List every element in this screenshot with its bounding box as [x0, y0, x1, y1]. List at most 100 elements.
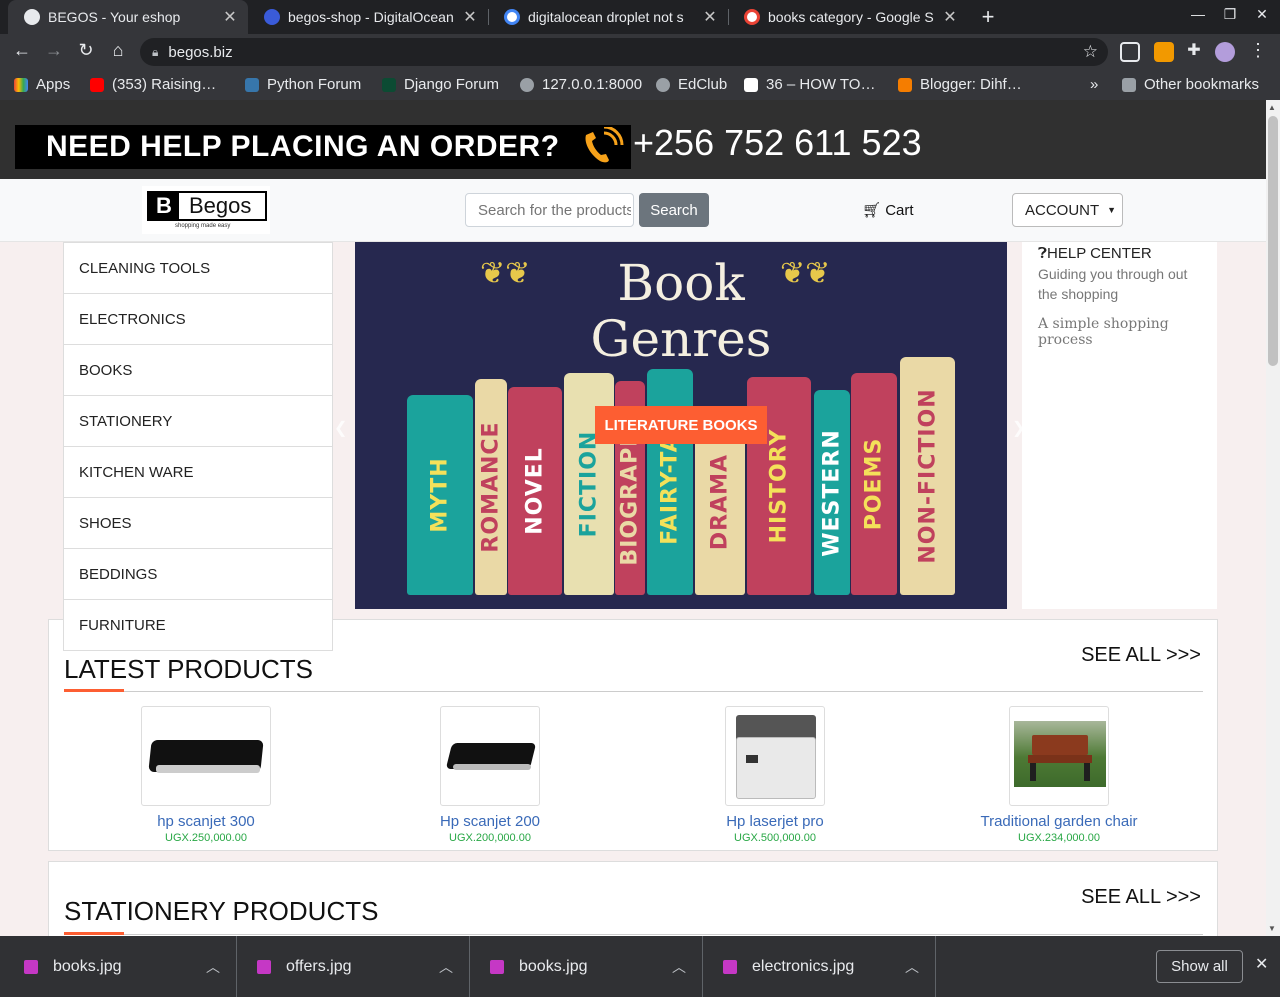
close-window-icon[interactable]: ✕ — [1252, 6, 1272, 23]
chevron-up-icon[interactable]: ︿ — [672, 957, 686, 977]
tab-google-droplet[interactable]: digitalocean droplet not s ✕ — [488, 0, 729, 34]
scrollbar-thumb[interactable] — [1268, 116, 1278, 366]
product-name[interactable]: hp scanjet 300 — [86, 813, 326, 830]
close-tab-icon[interactable]: ✕ — [218, 7, 242, 27]
see-all-link[interactable]: SEE ALL >>> — [1081, 644, 1201, 667]
download-item[interactable]: offers.jpg ︿ — [237, 936, 470, 997]
show-all-downloads-button[interactable]: Show all — [1156, 950, 1243, 983]
bookmark-django-forum[interactable]: Django Forum — [382, 76, 499, 93]
printer-image[interactable] — [725, 706, 825, 806]
product-card[interactable]: Traditional garden chair UGX.234,000.00 — [939, 706, 1179, 844]
bookmark-edclub[interactable]: EdClub — [656, 76, 727, 93]
search-button[interactable]: Search — [639, 193, 709, 227]
book-label: POEMS — [861, 437, 887, 531]
bookmark-python-forum[interactable]: Python Forum — [245, 76, 361, 93]
account-dropdown[interactable]: ACCOUNT ▼ — [1012, 193, 1123, 227]
close-tab-icon[interactable]: ✕ — [698, 7, 722, 27]
product-name[interactable]: Traditional garden chair — [939, 813, 1179, 830]
close-downloads-icon[interactable]: ✕ — [1255, 954, 1268, 974]
cart-link[interactable]: 🛒︎ Cart — [862, 201, 914, 219]
extension-icon[interactable] — [1120, 42, 1140, 62]
puzzle-icon[interactable]: ✚ — [1182, 40, 1206, 60]
book-label: NOVEL — [522, 447, 548, 535]
apps-grid-icon — [14, 77, 28, 92]
category-item[interactable]: STATIONERY — [64, 396, 332, 447]
help-center-note: A simple shopping process — [1038, 316, 1169, 348]
bookmark-how-to[interactable]: 36 – HOW TO… — [744, 76, 875, 93]
download-filename: offers.jpg — [286, 957, 352, 975]
product-card[interactable]: Hp scanjet 200 UGX.200,000.00 — [370, 706, 610, 844]
help-banner: NEED HELP PLACING AN ORDER? +256 752 611… — [0, 100, 1266, 179]
literature-books-button[interactable]: LITERATURE BOOKS — [595, 406, 767, 444]
download-item[interactable]: books.jpg ︿ — [470, 936, 703, 997]
book-label: DRAMA — [707, 453, 733, 551]
chevron-up-icon[interactable]: ︿ — [905, 957, 919, 977]
book-spine: FAIRY-TAL — [647, 369, 693, 595]
bookmarks-overflow[interactable]: » — [1090, 76, 1098, 93]
tab-digitalocean[interactable]: begos-shop - DigitalOcean ✕ — [248, 0, 489, 34]
bookmark-localhost[interactable]: 127.0.0.1:8000 — [520, 76, 642, 93]
page-content: NEED HELP PLACING AN ORDER? +256 752 611… — [0, 100, 1266, 936]
book-label: MYTH — [427, 457, 453, 533]
home-icon[interactable]: ⌂ — [106, 40, 130, 61]
site-icon — [744, 77, 758, 92]
download-item[interactable]: books.jpg ︿ — [4, 936, 237, 997]
bookmark-apps[interactable]: Apps — [14, 76, 70, 93]
new-tab-button[interactable]: + — [976, 4, 1000, 30]
stationery-products-section: STATIONERY PRODUCTS SEE ALL >>> — [48, 861, 1218, 936]
extension-off-icon[interactable] — [1154, 42, 1174, 62]
carousel-next-icon[interactable]: ❯ — [1012, 418, 1025, 438]
close-tab-icon[interactable]: ✕ — [938, 7, 962, 27]
download-filename: books.jpg — [53, 957, 122, 975]
garden-chair-image[interactable] — [1009, 706, 1109, 806]
category-item[interactable]: CLEANING TOOLS — [64, 243, 332, 294]
tab-begos[interactable]: BEGOS - Your eshop ✕ — [8, 0, 248, 34]
product-name[interactable]: Hp laserjet pro — [655, 813, 895, 830]
category-item[interactable]: KITCHEN WARE — [64, 447, 332, 498]
category-item[interactable]: ELECTRONICS — [64, 294, 332, 345]
minimize-icon[interactable]: — — [1188, 6, 1208, 22]
address-bar[interactable]: 🔒︎ begos.biz ☆ — [140, 38, 1108, 66]
bookmark-youtube[interactable]: (353) Raising… — [90, 76, 216, 93]
product-price: UGX.234,000.00 — [1018, 832, 1100, 844]
menu-icon[interactable]: ⋮ — [1246, 40, 1270, 61]
scanner-image[interactable] — [141, 706, 271, 806]
product-name[interactable]: Hp scanjet 200 — [370, 813, 610, 830]
scroll-up-icon[interactable]: ▲ — [1268, 103, 1276, 112]
book-label: NON-FICTION — [915, 388, 940, 564]
category-item[interactable]: SHOES — [64, 498, 332, 549]
product-card[interactable]: hp scanjet 300 UGX.250,000.00 — [86, 706, 326, 844]
chevron-up-icon[interactable]: ︿ — [206, 957, 220, 977]
close-tab-icon[interactable]: ✕ — [458, 7, 482, 27]
bookmark-star-icon[interactable]: ☆ — [1083, 42, 1098, 62]
page-scrollbar[interactable]: ▲ ▼ — [1266, 100, 1280, 936]
category-item[interactable]: BOOKS — [64, 345, 332, 396]
cart-icon: 🛒︎ — [862, 202, 882, 219]
chevron-up-icon[interactable]: ︿ — [439, 957, 453, 977]
forward-icon[interactable]: → — [42, 40, 66, 61]
other-bookmarks[interactable]: Other bookmarks — [1122, 76, 1259, 93]
restore-icon[interactable]: ❐ — [1220, 6, 1240, 23]
search-input[interactable] — [465, 193, 634, 227]
tab-title: books category - Google S — [768, 9, 934, 25]
scanner-image[interactable] — [440, 706, 540, 806]
image-file-icon — [24, 959, 38, 974]
reload-icon[interactable]: ↻ — [74, 40, 98, 61]
help-center-panel: ❓︎HELP CENTER Guiding you through out th… — [1022, 242, 1217, 609]
tab-google-books[interactable]: books category - Google S ✕ — [728, 0, 968, 34]
category-item[interactable]: BEDDINGS — [64, 549, 332, 600]
product-price: UGX.500,000.00 — [734, 832, 816, 844]
question-circle-icon: ❓︎ — [1038, 245, 1048, 262]
product-card[interactable]: Hp laserjet pro UGX.500,000.00 — [655, 706, 895, 844]
see-all-link[interactable]: SEE ALL >>> — [1081, 886, 1201, 909]
bookmark-blogger[interactable]: Blogger: Dihf… — [898, 76, 1022, 93]
category-item[interactable]: FURNITURE — [64, 600, 332, 651]
back-icon[interactable]: ← — [10, 40, 34, 61]
scroll-down-icon[interactable]: ▼ — [1268, 924, 1276, 933]
download-item[interactable]: electronics.jpg ︿ — [703, 936, 936, 997]
carousel-prev-icon[interactable]: ❮ — [334, 418, 347, 438]
site-logo[interactable]: B Begos shopping made easy — [142, 186, 270, 234]
book-label: FICTION — [576, 430, 602, 538]
avatar[interactable] — [1215, 42, 1235, 62]
book-label: ROMANCE — [478, 421, 504, 553]
